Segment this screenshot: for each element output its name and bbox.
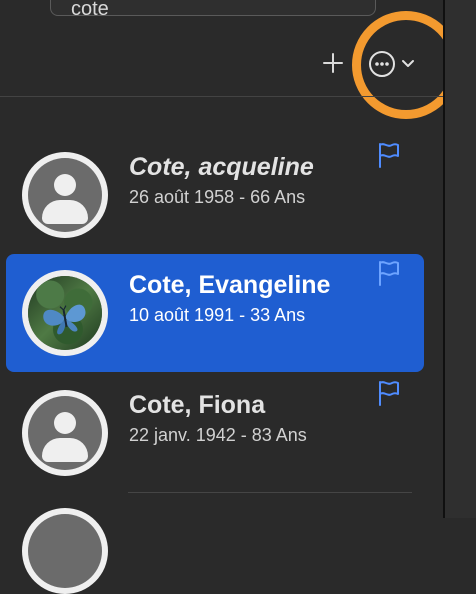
person-body xyxy=(42,200,88,224)
contact-name: Cote, acqueline xyxy=(129,153,314,181)
person-head xyxy=(54,412,76,434)
ellipsis-circle-icon xyxy=(369,51,395,77)
person-head xyxy=(54,174,76,196)
contact-row[interactable]: Cote, Fiona 22 janv. 1942 - 83 Ans xyxy=(6,374,424,492)
avatar xyxy=(22,390,108,476)
avatar xyxy=(22,152,108,238)
flag-icon[interactable] xyxy=(374,140,404,170)
flag-icon[interactable] xyxy=(374,378,404,408)
butterfly-photo xyxy=(28,276,102,350)
chevron-down-icon xyxy=(402,60,414,67)
contact-row[interactable]: Cote, Evangeline 10 août 1991 - 33 Ans xyxy=(6,254,424,372)
person-body xyxy=(42,438,88,462)
contact-birthdate-age: 26 août 1958 - 66 Ans xyxy=(129,187,306,207)
contact-name: Cote, Evangeline xyxy=(129,271,331,299)
avatar xyxy=(22,270,108,356)
add-button[interactable] xyxy=(318,48,348,78)
person-icon xyxy=(28,514,102,588)
contact-birthdate-age: 10 août 1991 - 33 Ans xyxy=(129,305,306,325)
person-icon xyxy=(28,396,102,470)
toolbar-divider xyxy=(0,96,446,97)
list-separator xyxy=(128,492,412,493)
more-options-button[interactable] xyxy=(367,49,427,79)
contact-row[interactable]: Cote, acqueline 26 août 1958 - 66 Ans xyxy=(6,136,424,254)
contact-birthdate-age: 22 janv. 1942 - 83 Ans xyxy=(129,425,307,445)
search-input-value: cote xyxy=(71,0,109,20)
person-icon xyxy=(28,158,102,232)
avatar xyxy=(22,508,108,594)
search-input[interactable]: cote xyxy=(50,0,376,20)
flag-icon[interactable] xyxy=(374,258,404,288)
contact-name: Cote, Fiona xyxy=(129,391,266,419)
right-gutter xyxy=(445,0,476,518)
